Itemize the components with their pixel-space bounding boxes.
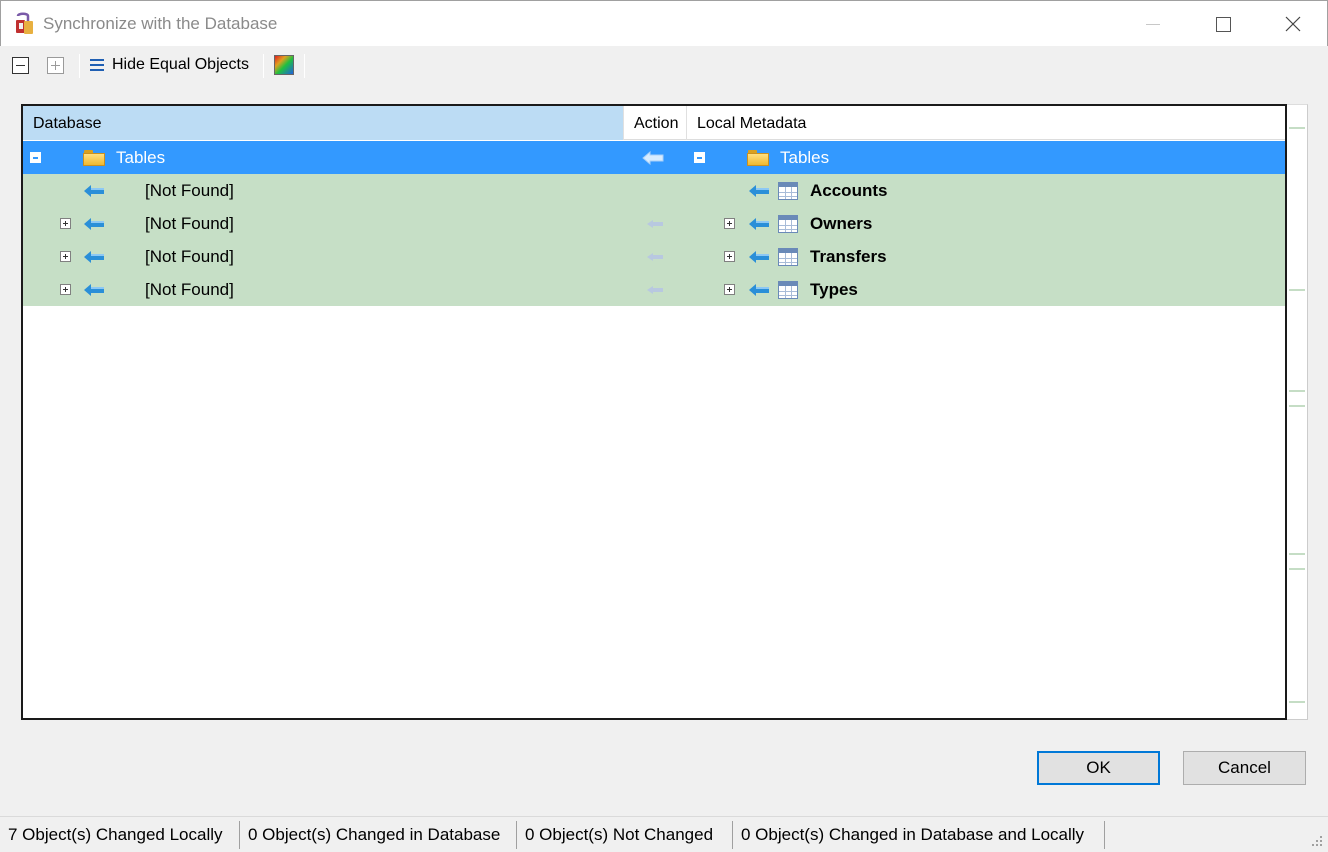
hide-equal-objects-button[interactable]: Hide Equal Objects	[90, 54, 249, 76]
expand-node-icon[interactable]	[60, 218, 71, 229]
tree-row-tables-root[interactable]: Tables Tables	[23, 141, 1285, 174]
tree-row[interactable]: [Not Found] Owners	[23, 207, 1285, 240]
toolbar: Hide Equal Objects	[0, 46, 1328, 84]
db-object-label: [Not Found]	[145, 279, 234, 299]
local-node-label: Tables	[780, 147, 830, 167]
left-arrow-icon	[748, 217, 770, 231]
title-bar: Synchronize with the Database	[0, 0, 1328, 46]
db-object-label: [Not Found]	[145, 180, 234, 200]
comparison-grid[interactable]: Database Action Local Metadata Tables Ta…	[21, 104, 1287, 720]
column-header-action[interactable]: Action	[623, 106, 687, 140]
expand-node-icon[interactable]	[60, 251, 71, 262]
collapse-all-icon	[12, 56, 29, 74]
expand-node-icon[interactable]	[724, 284, 735, 295]
table-icon	[778, 181, 798, 200]
hide-equal-objects-label: Hide Equal Objects	[112, 56, 249, 73]
expand-all-icon	[47, 56, 64, 74]
folder-icon	[747, 149, 769, 166]
local-object-label: Types	[810, 279, 858, 299]
tree-row[interactable]: [Not Found] Types	[23, 273, 1285, 306]
color-legend-icon	[274, 55, 294, 75]
status-bar: 7 Object(s) Changed Locally 0 Object(s) …	[0, 816, 1328, 852]
left-arrow-icon	[83, 217, 105, 231]
window-title: Synchronize with the Database	[43, 14, 278, 33]
minimize-button[interactable]	[1118, 1, 1188, 47]
action-arrow-icon[interactable]	[644, 283, 666, 297]
left-arrow-icon	[83, 184, 105, 198]
left-arrow-icon	[748, 184, 770, 198]
action-arrow-icon[interactable]	[644, 250, 666, 264]
resize-grip-icon[interactable]	[1310, 834, 1324, 848]
list-icon	[90, 59, 104, 71]
maximize-icon	[1215, 16, 1231, 32]
tree-row[interactable]: [Not Found] Accounts	[23, 174, 1285, 207]
expand-node-icon[interactable]	[724, 218, 735, 229]
table-icon	[778, 214, 798, 233]
ok-button[interactable]: OK	[1037, 751, 1160, 785]
close-button[interactable]	[1258, 1, 1328, 47]
database-sync-icon	[13, 12, 37, 36]
column-header-local-metadata[interactable]: Local Metadata	[687, 106, 1285, 140]
difference-overview-bar[interactable]	[1287, 104, 1308, 720]
left-arrow-icon	[748, 250, 770, 264]
table-icon	[778, 247, 798, 266]
close-icon	[1285, 16, 1301, 32]
expand-node-icon[interactable]	[60, 284, 71, 295]
local-object-label: Accounts	[810, 180, 888, 200]
color-legend-button[interactable]	[274, 54, 294, 76]
left-arrow-icon	[748, 283, 770, 297]
action-arrow-icon[interactable]	[644, 217, 666, 231]
collapse-node-icon[interactable]	[30, 152, 41, 163]
db-node-label: Tables	[116, 147, 166, 167]
left-arrow-icon[interactable]	[642, 150, 664, 165]
status-changed-locally: 7 Object(s) Changed Locally	[8, 825, 223, 844]
left-arrow-icon	[83, 250, 105, 264]
status-changed-database: 0 Object(s) Changed in Database	[248, 825, 501, 844]
status-not-changed: 0 Object(s) Not Changed	[525, 825, 714, 844]
left-arrow-icon	[83, 283, 105, 297]
maximize-button[interactable]	[1188, 1, 1258, 47]
minimize-icon	[1146, 23, 1160, 25]
db-object-label: [Not Found]	[145, 213, 234, 233]
grid-header: Database Action Local Metadata	[23, 106, 1285, 140]
cancel-button[interactable]: Cancel	[1183, 751, 1306, 785]
local-object-label: Owners	[810, 213, 873, 233]
column-header-database[interactable]: Database	[23, 106, 623, 140]
table-icon	[778, 280, 798, 299]
folder-icon	[83, 149, 105, 166]
status-changed-both: 0 Object(s) Changed in Database and Loca…	[741, 825, 1085, 844]
db-object-label: [Not Found]	[145, 246, 234, 266]
tree-row[interactable]: [Not Found] Transfers	[23, 240, 1285, 273]
collapse-node-icon[interactable]	[694, 152, 705, 163]
expand-node-icon[interactable]	[724, 251, 735, 262]
collapse-all-button[interactable]	[12, 54, 29, 76]
local-object-label: Transfers	[810, 246, 887, 266]
expand-all-button[interactable]	[47, 54, 64, 76]
